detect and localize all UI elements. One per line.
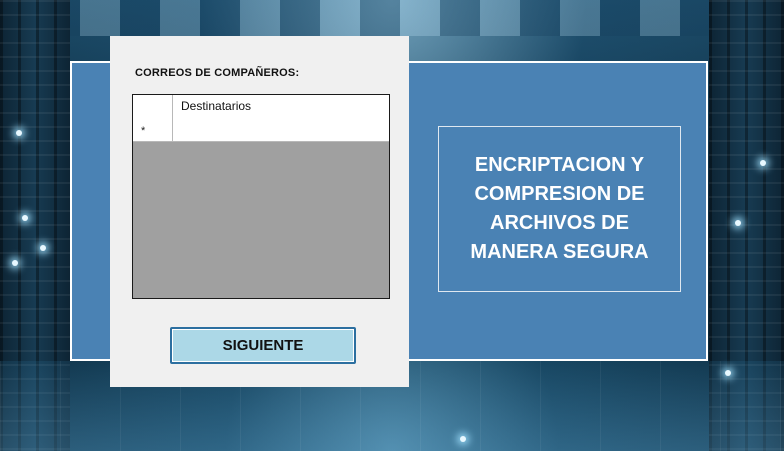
title-line: ENCRIPTACION Y [474,154,645,176]
title-box: ENCRIPTACION Y COMPRESION DE ARCHIVOS DE… [438,126,681,292]
rack-light [725,370,731,376]
title-line: MANERA SEGURA [470,241,649,263]
rack-light [16,130,22,136]
title-line: COMPRESION DE [474,183,645,205]
rack-light [735,220,741,226]
title-line: ARCHIVOS DE [490,212,629,234]
floor-light [460,436,466,442]
next-button[interactable]: SIGUIENTE [170,327,356,364]
grid-corner-cell[interactable] [133,95,173,117]
ceiling-lights [0,0,784,36]
new-row[interactable]: * [133,117,392,142]
grid-header: Destinatarios [133,95,389,118]
destinatario-cell-input[interactable] [174,117,392,142]
rack-light [22,215,28,221]
new-row-marker[interactable]: * [133,117,173,141]
app-title: ENCRIPTACION Y COMPRESION DE ARCHIVOS DE… [450,151,670,267]
recipients-form: CORREOS DE COMPAÑEROS: Destinatarios * S… [110,36,409,387]
column-header-destinatarios[interactable]: Destinatarios [181,99,251,113]
recipients-label: CORREOS DE COMPAÑEROS: [135,67,300,79]
recipients-grid[interactable]: Destinatarios * [132,94,392,299]
rack-light [760,160,766,166]
rack-light [40,245,46,251]
rack-light [12,260,18,266]
